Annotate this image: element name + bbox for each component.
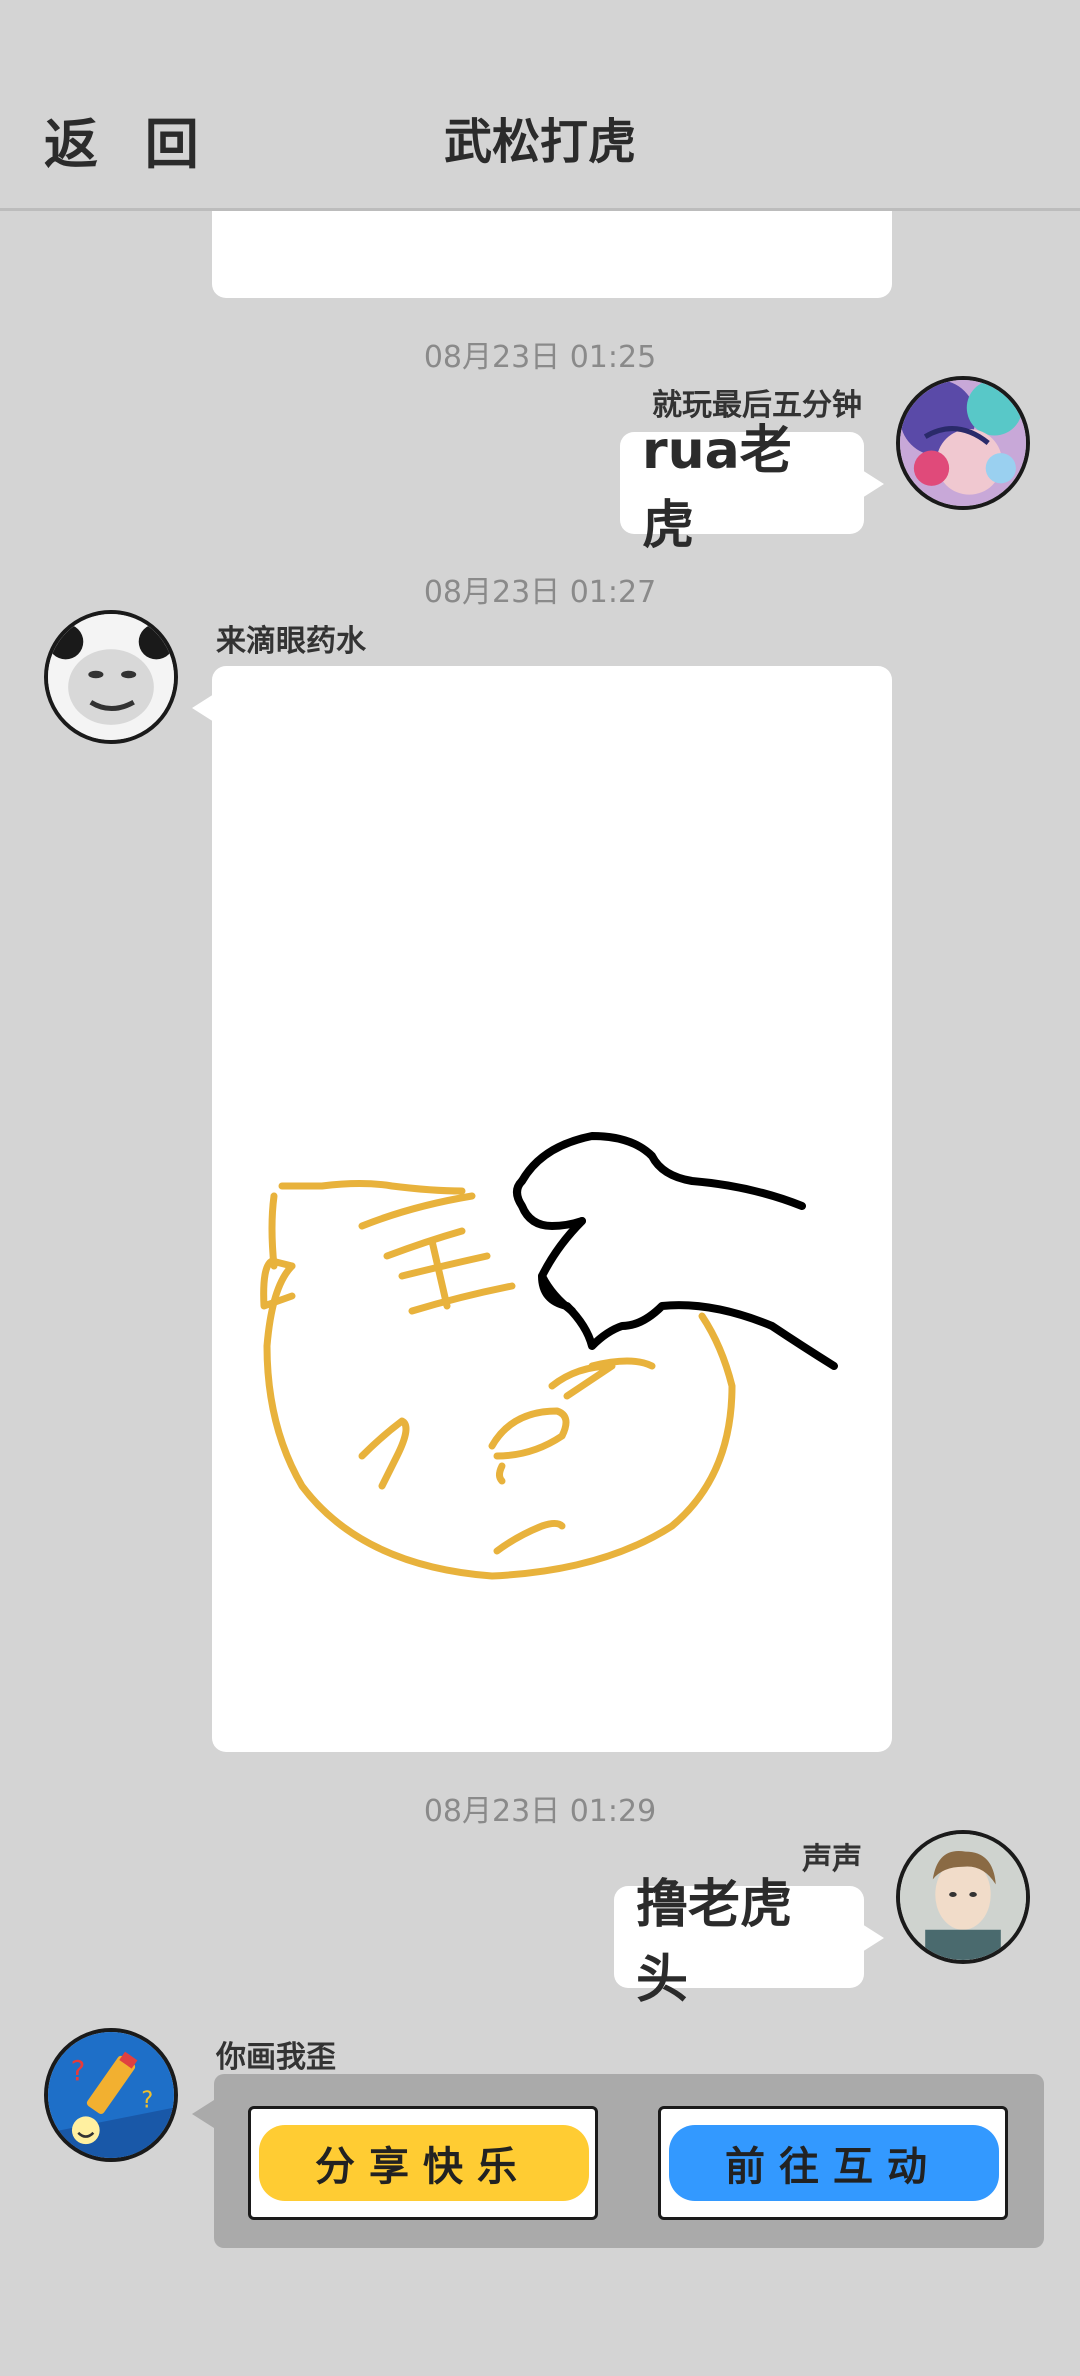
sender-name: 你画我歪 — [216, 2040, 336, 2075]
header-bar: 返 回 武松打虎 — [0, 0, 1080, 211]
share-happiness-button[interactable]: 分享快乐 — [248, 2106, 598, 2220]
bubble-tail — [192, 694, 214, 722]
meme-face-avatar[interactable] — [44, 610, 178, 744]
message-text: rua老虎 — [642, 421, 792, 556]
svg-text:?: ? — [141, 2088, 153, 2114]
previous-image-card[interactable] — [212, 200, 892, 298]
share-label: 分享快乐 — [315, 2144, 531, 2190]
tiger-head-pet-drawing — [260, 1132, 838, 1580]
go-interact-button[interactable]: 前往互动 — [658, 2106, 1008, 2220]
message-bubble[interactable]: rua老虎 — [620, 421, 884, 556]
message-bubble[interactable]: 撸老虎头 — [614, 1875, 884, 2010]
page-title: 武松打虎 — [443, 114, 636, 170]
anime-avatar[interactable] — [896, 376, 1030, 510]
interact-label: 前往互动 — [725, 2144, 941, 2190]
timestamp: 08月23日 01:29 — [423, 1794, 657, 1829]
sender-name: 来滴眼药水 — [216, 624, 366, 659]
drawing-game-avatar[interactable]: ? ? — [44, 2028, 178, 2162]
svg-text:?: ? — [71, 2054, 86, 2087]
timestamp: 08月23日 01:27 — [423, 575, 657, 610]
game-card: 分享快乐 前往互动 — [214, 2074, 1044, 2248]
boy-portrait-avatar[interactable] — [896, 1830, 1030, 1964]
bubble-tail — [192, 2100, 214, 2128]
message-text: 撸老虎头 — [636, 1875, 793, 2010]
timestamp: 08月23日 01:25 — [423, 340, 657, 375]
drawing-image[interactable] — [212, 666, 892, 1752]
